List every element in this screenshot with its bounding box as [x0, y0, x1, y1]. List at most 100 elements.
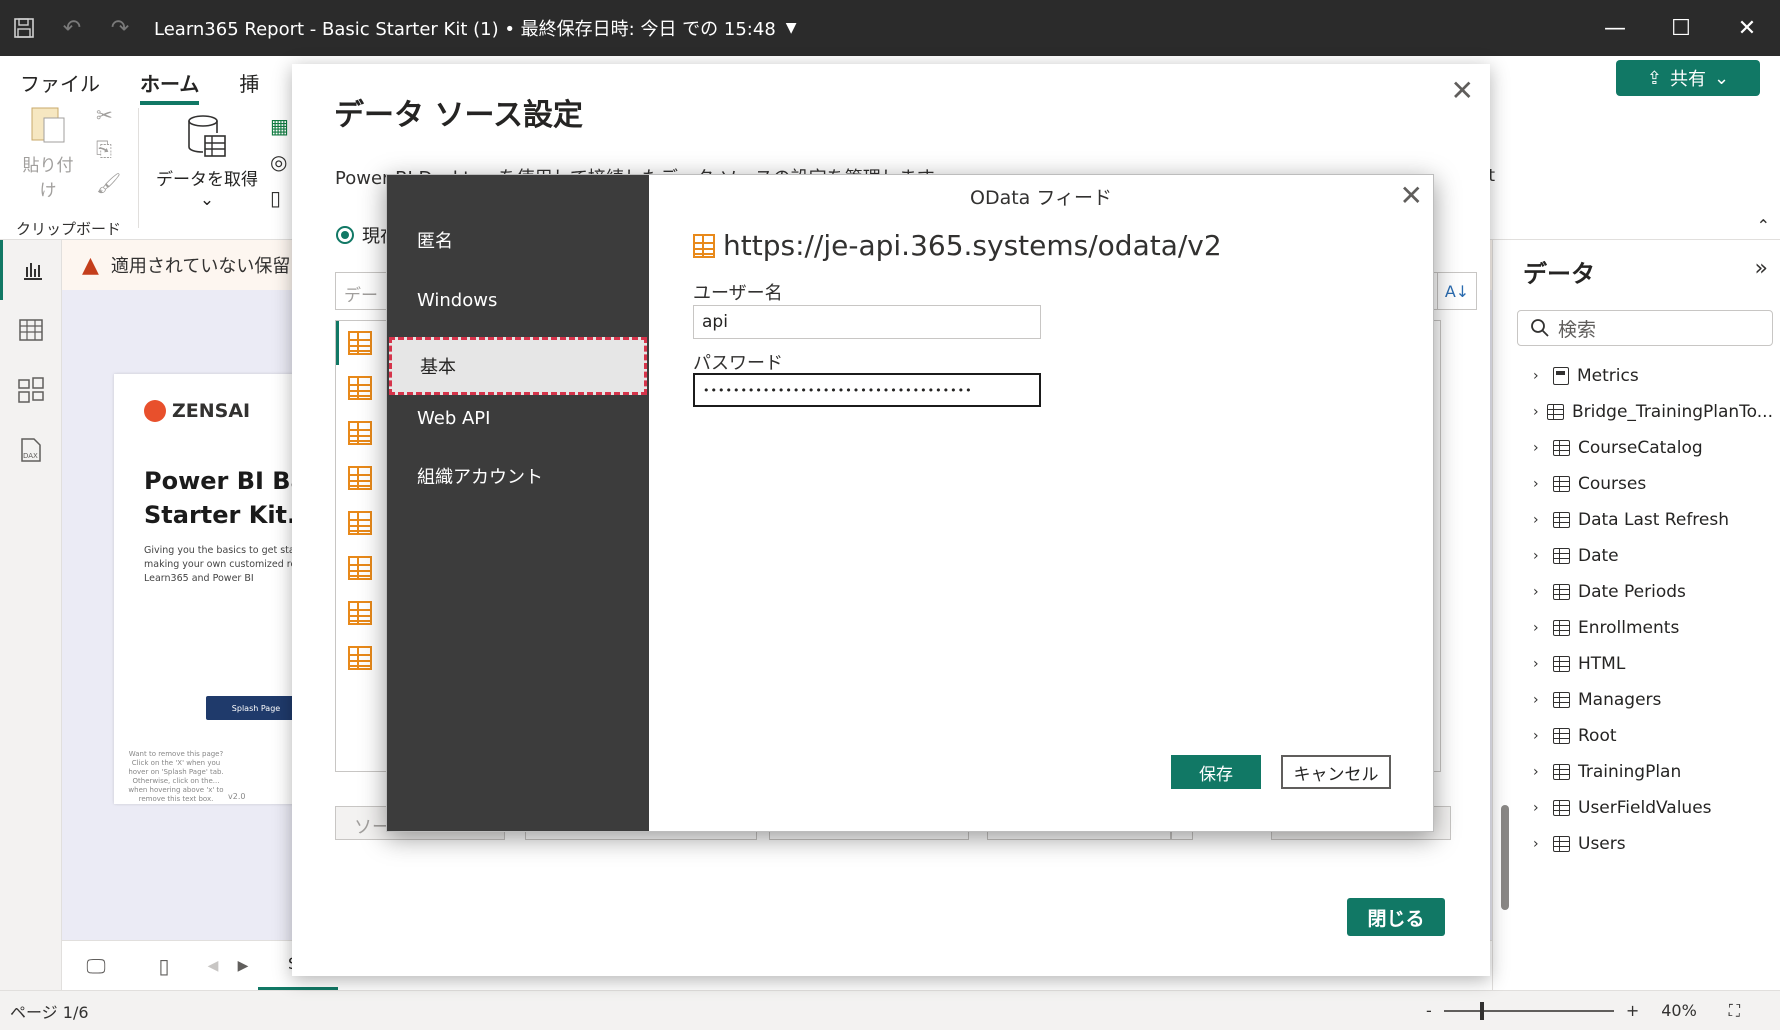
logo-text: ZENSAI: [172, 400, 251, 422]
close-dialog-button[interactable]: 閉じる: [1347, 898, 1445, 936]
save-icon[interactable]: [0, 0, 48, 56]
password-label: パスワード: [693, 353, 783, 374]
password-field[interactable]: ••••••••••••••••••••••••••••••••••••: [693, 373, 1041, 407]
title-dropdown-icon[interactable]: ▼: [786, 20, 797, 36]
paste-button[interactable]: 貼り付け: [18, 102, 78, 201]
cut-icon[interactable]: ✂: [96, 98, 121, 132]
list-item-label: Courses: [1578, 474, 1647, 494]
data-search-input[interactable]: 検索: [1517, 310, 1773, 346]
mobile-layout-icon[interactable]: ▯: [130, 941, 198, 991]
clipboard-small-icons: ✂ ⎘ 🖌: [96, 98, 121, 200]
odata-source-icon[interactable]: [348, 376, 372, 400]
next-page-icon[interactable]: ▶: [228, 941, 258, 991]
list-item[interactable]: › HTML: [1533, 646, 1773, 682]
maximize-button[interactable]: ☐: [1648, 0, 1714, 56]
odata-source-icon[interactable]: [348, 646, 372, 670]
list-item-label: TrainingPlan: [1578, 762, 1682, 782]
auth-windows[interactable]: Windows: [389, 271, 647, 329]
copy-icon[interactable]: ⎘: [96, 132, 121, 166]
prev-page-icon[interactable]: ◀: [198, 941, 228, 991]
zoom-in-button[interactable]: +: [1626, 1001, 1639, 1020]
odata-source-icon[interactable]: [348, 556, 372, 580]
close-window-button[interactable]: ✕: [1714, 0, 1780, 56]
zensai-logo-icon: [144, 400, 166, 422]
share-button[interactable]: ⇪ 共有 ⌄: [1616, 60, 1760, 96]
tab-home[interactable]: ホーム: [140, 64, 200, 105]
list-item[interactable]: › TrainingPlan: [1533, 754, 1773, 790]
list-item[interactable]: › Bridge_TrainingPlanTo...: [1533, 394, 1773, 430]
undo-icon[interactable]: ↶: [48, 0, 96, 56]
auth-anonymous[interactable]: 匿名: [389, 211, 647, 269]
data-pane-title: データ: [1523, 260, 1595, 288]
search-placeholder: デー: [344, 286, 378, 306]
model-view-icon[interactable]: [0, 360, 62, 420]
desktop-layout-icon[interactable]: 🖵: [62, 941, 130, 991]
redo-icon[interactable]: ↷: [96, 0, 144, 56]
auth-basic[interactable]: 基本: [389, 337, 647, 395]
chevron-right-icon: ›: [1533, 836, 1539, 852]
chevron-right-icon: ›: [1533, 476, 1539, 492]
list-item[interactable]: › Root: [1533, 718, 1773, 754]
chevron-right-icon: ›: [1533, 404, 1539, 420]
expand-pane-icon[interactable]: »: [1755, 256, 1768, 281]
auth-web-api[interactable]: Web API: [389, 389, 647, 447]
zoom-slider-thumb[interactable]: [1479, 1001, 1484, 1020]
format-painter-icon[interactable]: 🖌: [96, 166, 121, 200]
scrollbar-thumb[interactable]: [1501, 805, 1509, 910]
password-value: ••••••••••••••••••••••••••••••••••••: [703, 384, 973, 397]
title-bar: ↶ ↷ Learn365 Report - Basic Starter Kit …: [0, 0, 1780, 56]
odata-source-icon[interactable]: [348, 601, 372, 625]
tab-insert[interactable]: 挿: [239, 64, 259, 105]
splash-page-button[interactable]: Splash Page: [206, 696, 306, 720]
onelake-icon[interactable]: ◎: [270, 144, 289, 180]
fit-to-page-icon[interactable]: ⛶: [1729, 1001, 1740, 1021]
clipboard-group-label: クリップボード: [16, 220, 122, 238]
paste-label: 貼り付け: [22, 156, 74, 201]
database-icon: [188, 115, 226, 157]
save-button[interactable]: 保存: [1171, 755, 1261, 789]
list-item[interactable]: › Date Periods: [1533, 574, 1773, 610]
cancel-button[interactable]: キャンセル: [1281, 755, 1391, 789]
zoom-slider[interactable]: [1443, 1001, 1614, 1020]
left-nav: DAX: [0, 240, 62, 990]
odata-source-icon[interactable]: [348, 331, 372, 355]
zensai-logo: ZENSAI: [144, 400, 250, 422]
list-item[interactable]: › CourseCatalog: [1533, 430, 1773, 466]
report-page-preview[interactable]: ZENSAI Power BI Bas Starter Kit. Giving …: [114, 374, 314, 804]
sort-icon[interactable]: A↓: [1437, 272, 1477, 310]
collapse-ribbon-icon[interactable]: ⌃: [1757, 216, 1770, 235]
odata-source-icon[interactable]: [348, 511, 372, 535]
report-view-icon[interactable]: [0, 240, 62, 300]
odata-source-icon[interactable]: [348, 466, 372, 490]
list-item[interactable]: › Courses: [1533, 466, 1773, 502]
username-field[interactable]: api: [693, 305, 1041, 339]
list-item[interactable]: › Data Last Refresh: [1533, 502, 1773, 538]
odata-source-icon[interactable]: [348, 421, 372, 445]
report-description: Giving you the basics to get sta making …: [144, 545, 314, 584]
minimize-button[interactable]: —: [1582, 0, 1648, 56]
list-item[interactable]: › Metrics: [1533, 358, 1773, 394]
zoom-out-button[interactable]: -: [1426, 1001, 1432, 1020]
sql-icon[interactable]: ▯: [270, 180, 289, 216]
calculated-table-icon: [1553, 584, 1570, 600]
close-icon[interactable]: ✕: [1400, 179, 1423, 212]
auth-organizational-account[interactable]: 組織アカウント: [389, 447, 647, 505]
button-label: ソー: [354, 817, 390, 838]
get-data-button[interactable]: データを取得 ⌄: [152, 114, 262, 210]
table-view-icon[interactable]: [0, 300, 62, 360]
report-title-line2: Starter Kit.: [144, 501, 297, 529]
list-item[interactable]: › Users: [1533, 826, 1773, 862]
list-item[interactable]: › Date: [1533, 538, 1773, 574]
chevron-right-icon: ›: [1533, 656, 1539, 672]
close-icon[interactable]: ✕: [1451, 74, 1474, 107]
excel-icon[interactable]: ▦: [270, 108, 289, 144]
tab-file[interactable]: ファイル: [20, 64, 100, 105]
list-item[interactable]: › Enrollments: [1533, 610, 1773, 646]
list-item-label: Enrollments: [1578, 618, 1680, 638]
list-item[interactable]: › Managers: [1533, 682, 1773, 718]
dialog-title: データ ソース設定: [334, 98, 583, 133]
list-item-label: Data Last Refresh: [1578, 510, 1730, 530]
dax-query-icon[interactable]: DAX: [0, 420, 62, 480]
chevron-right-icon: ›: [1533, 800, 1539, 816]
list-item[interactable]: › UserFieldValues: [1533, 790, 1773, 826]
